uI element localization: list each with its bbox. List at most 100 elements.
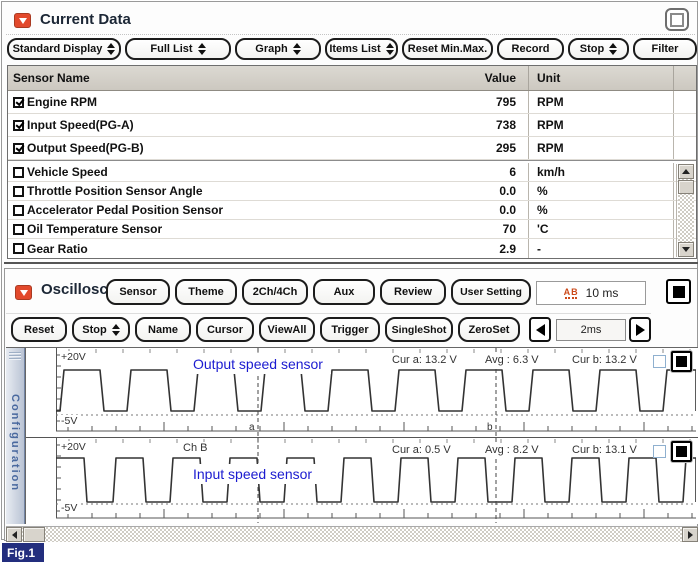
sensor-unit: RPM — [529, 137, 674, 159]
2ch-4ch-button[interactable]: 2Ch/4Ch — [242, 279, 308, 305]
ch1-square-button[interactable] — [671, 351, 692, 372]
row-checkbox[interactable] — [13, 167, 24, 178]
timebase-field[interactable]: 2ms — [556, 319, 626, 341]
reset-minmax-button[interactable]: Reset Min.Max. — [402, 38, 493, 60]
items-list-button[interactable]: Items List — [325, 38, 398, 60]
row-checkbox[interactable] — [13, 120, 24, 131]
sensor-button[interactable]: Sensor — [106, 279, 170, 305]
full-list-button[interactable]: Full List — [125, 38, 231, 60]
row-checkbox[interactable] — [13, 143, 24, 154]
ch2-average-readout: Avg : 8.2 V — [483, 444, 541, 456]
table-row[interactable]: Throttle Position Sensor Angle 0.0 % — [8, 182, 696, 201]
sensor-name: Engine RPM — [27, 95, 97, 109]
configuration-label: Configuration — [9, 394, 21, 492]
header-value[interactable]: Value — [454, 66, 529, 90]
review-button[interactable]: Review — [380, 279, 446, 305]
sensor-value: 6 — [454, 163, 529, 181]
table-row[interactable]: Accelerator Pedal Position Sensor 0.0 % — [8, 201, 696, 220]
sensor-name: Vehicle Speed — [27, 165, 108, 179]
spinner-arrows-icon[interactable] — [112, 324, 120, 336]
standard-display-button[interactable]: Standard Display — [7, 38, 121, 60]
right-arrow-icon — [636, 324, 645, 336]
toolbar-separator — [6, 313, 651, 314]
header-unit[interactable]: Unit — [529, 66, 674, 90]
scope-stop-button[interactable]: Stop — [72, 317, 130, 342]
sensor-value: 2.9 — [454, 239, 529, 258]
reset-button[interactable]: Reset — [11, 317, 67, 342]
user-setting-button[interactable]: User Setting — [451, 279, 531, 305]
window-restore-button[interactable] — [665, 8, 689, 31]
ch1-top-voltage-label: +20V — [60, 351, 87, 363]
theme-button[interactable]: Theme — [175, 279, 237, 305]
aux-button[interactable]: Aux — [313, 279, 375, 305]
table-row[interactable]: Gear Ratio 2.9 - — [8, 239, 696, 258]
ch2-top-voltage-label: +20V — [60, 441, 87, 453]
cursor-button[interactable]: Cursor — [196, 317, 254, 342]
ch2-square-button[interactable] — [671, 441, 692, 462]
row-gutter — [674, 137, 696, 159]
trigger-button[interactable]: Trigger — [320, 317, 380, 342]
zeroset-button[interactable]: ZeroSet — [458, 317, 520, 342]
table-row[interactable]: Engine RPM 795 RPM — [8, 91, 696, 114]
channel-2: +20V Ch B Input speed sensor Cur a: 0.5 … — [26, 438, 698, 524]
scope-horizontal-scrollbar[interactable] — [6, 526, 698, 542]
table-row[interactable]: Vehicle Speed 6 km/h — [8, 163, 696, 182]
name-button[interactable]: Name — [135, 317, 191, 342]
scroll-right-button[interactable] — [682, 527, 698, 542]
timebase-decrease-button[interactable] — [529, 317, 551, 342]
sensor-name: Oil Temperature Sensor — [27, 222, 162, 236]
down-arrow-icon — [682, 247, 690, 252]
ch1-checkbox[interactable] — [653, 355, 666, 368]
graph-button[interactable]: Graph — [235, 38, 321, 60]
spinner-arrows-icon[interactable] — [609, 43, 617, 55]
row-checkbox[interactable] — [13, 186, 24, 197]
spinner-arrows-icon[interactable] — [198, 43, 206, 55]
scrollbar-thumb[interactable] — [678, 180, 694, 194]
button-label: Reset — [24, 324, 54, 336]
ch1-bottom-voltage-label: -5V — [60, 415, 78, 427]
configuration-sidebar-tab[interactable]: Configuration — [6, 348, 25, 524]
scrollbar-track[interactable] — [22, 527, 682, 542]
button-label: ViewAll — [268, 324, 307, 336]
scrollbar-thumb[interactable] — [23, 527, 45, 542]
filter-button[interactable]: Filter — [633, 38, 697, 60]
table-row[interactable]: Input Speed(PG-A) 738 RPM — [8, 114, 696, 137]
viewall-button[interactable]: ViewAll — [259, 317, 315, 342]
ch2-cursor-b-readout: Cur b: 13.1 V — [570, 444, 639, 456]
sensor-value: 295 — [454, 137, 529, 159]
record-button[interactable]: Record — [497, 38, 564, 60]
timebase-increase-button[interactable] — [629, 317, 651, 342]
table-row[interactable]: Output Speed(PG-B) 295 RPM — [8, 137, 696, 160]
row-checkbox[interactable] — [13, 205, 24, 216]
scroll-up-button[interactable] — [678, 164, 694, 179]
panel-collapse-icon[interactable] — [14, 13, 31, 28]
button-label: Review — [394, 286, 432, 298]
header-sensor-name[interactable]: Sensor Name — [8, 71, 454, 85]
panel-collapse-icon[interactable] — [15, 285, 32, 300]
current-data-header: Current Data — [6, 6, 695, 35]
sensor-name: Gear Ratio — [27, 242, 88, 256]
row-checkbox[interactable] — [13, 243, 24, 254]
channel-1: ab +20V Output speed sensor Cur a: 13.2 … — [26, 348, 698, 438]
row-checkbox[interactable] — [13, 224, 24, 235]
scroll-left-button[interactable] — [6, 527, 22, 542]
figure-caption: Fig.1 — [2, 543, 44, 562]
spinner-arrows-icon[interactable] — [386, 43, 394, 55]
table-vertical-scrollbar[interactable] — [676, 164, 694, 257]
singleshot-button[interactable]: SingleShot — [385, 317, 453, 342]
button-label: Sensor — [119, 286, 156, 298]
scope-stop-square-button[interactable] — [666, 279, 691, 304]
ch2-cursor-a-readout: Cur a: 0.5 V — [390, 444, 453, 456]
sensor-value: 70 — [454, 220, 529, 238]
spinner-arrows-icon[interactable] — [107, 43, 115, 55]
scroll-down-button[interactable] — [678, 242, 694, 257]
oscilloscope-panel: Oscilloscope Sensor Theme 2Ch/4Ch Aux Re… — [4, 268, 698, 541]
spinner-arrows-icon[interactable] — [293, 43, 301, 55]
up-arrow-icon — [682, 169, 690, 174]
table-row[interactable]: Oil Temperature Sensor 70 'C — [8, 220, 696, 239]
stop-button[interactable]: Stop — [568, 38, 629, 60]
sensor-value: 0.0 — [454, 201, 529, 219]
ch2-checkbox[interactable] — [653, 445, 666, 458]
row-checkbox[interactable] — [13, 97, 24, 108]
ch2-bottom-voltage-label: -5V — [60, 502, 78, 514]
